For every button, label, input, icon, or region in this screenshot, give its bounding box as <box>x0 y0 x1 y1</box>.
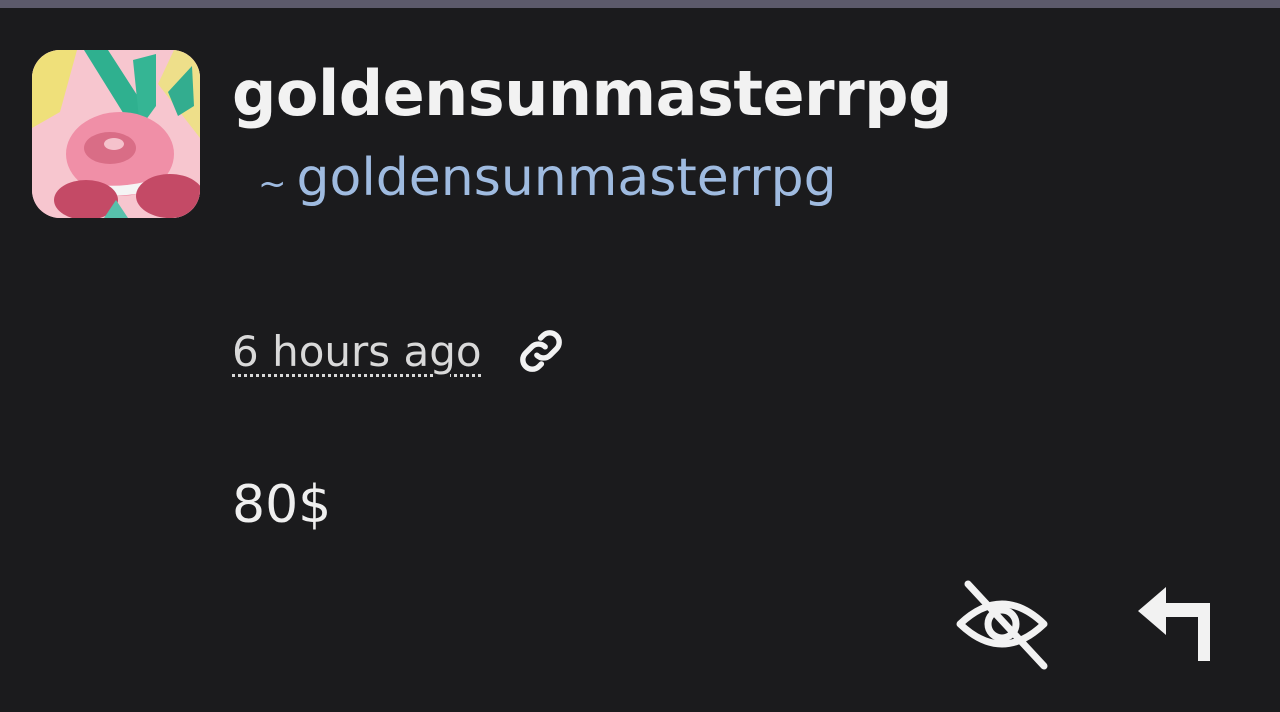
user-handle[interactable]: ~ goldensunmasterrpg <box>258 143 837 219</box>
handle-text[interactable]: goldensunmasterrpg <box>297 143 837 213</box>
link-icon[interactable] <box>516 326 566 376</box>
reply-button[interactable] <box>1122 578 1226 674</box>
avatar-image <box>32 50 200 218</box>
timestamp[interactable]: 6 hours ago <box>232 327 482 376</box>
comment-actions <box>950 578 1226 674</box>
username[interactable]: goldensunmasterrpg <box>232 54 952 134</box>
top-divider <box>0 0 1280 8</box>
comment-card: goldensunmasterrpg ~ goldensunmasterrpg … <box>0 8 1280 712</box>
avatar[interactable] <box>32 50 200 218</box>
reply-icon <box>1128 583 1220 669</box>
hide-button[interactable] <box>950 578 1054 674</box>
handle-prefix: ~ <box>258 164 287 204</box>
comment-meta: 6 hours ago <box>232 326 566 376</box>
comment-body: 80$ <box>232 475 332 535</box>
eye-off-icon <box>952 578 1052 674</box>
